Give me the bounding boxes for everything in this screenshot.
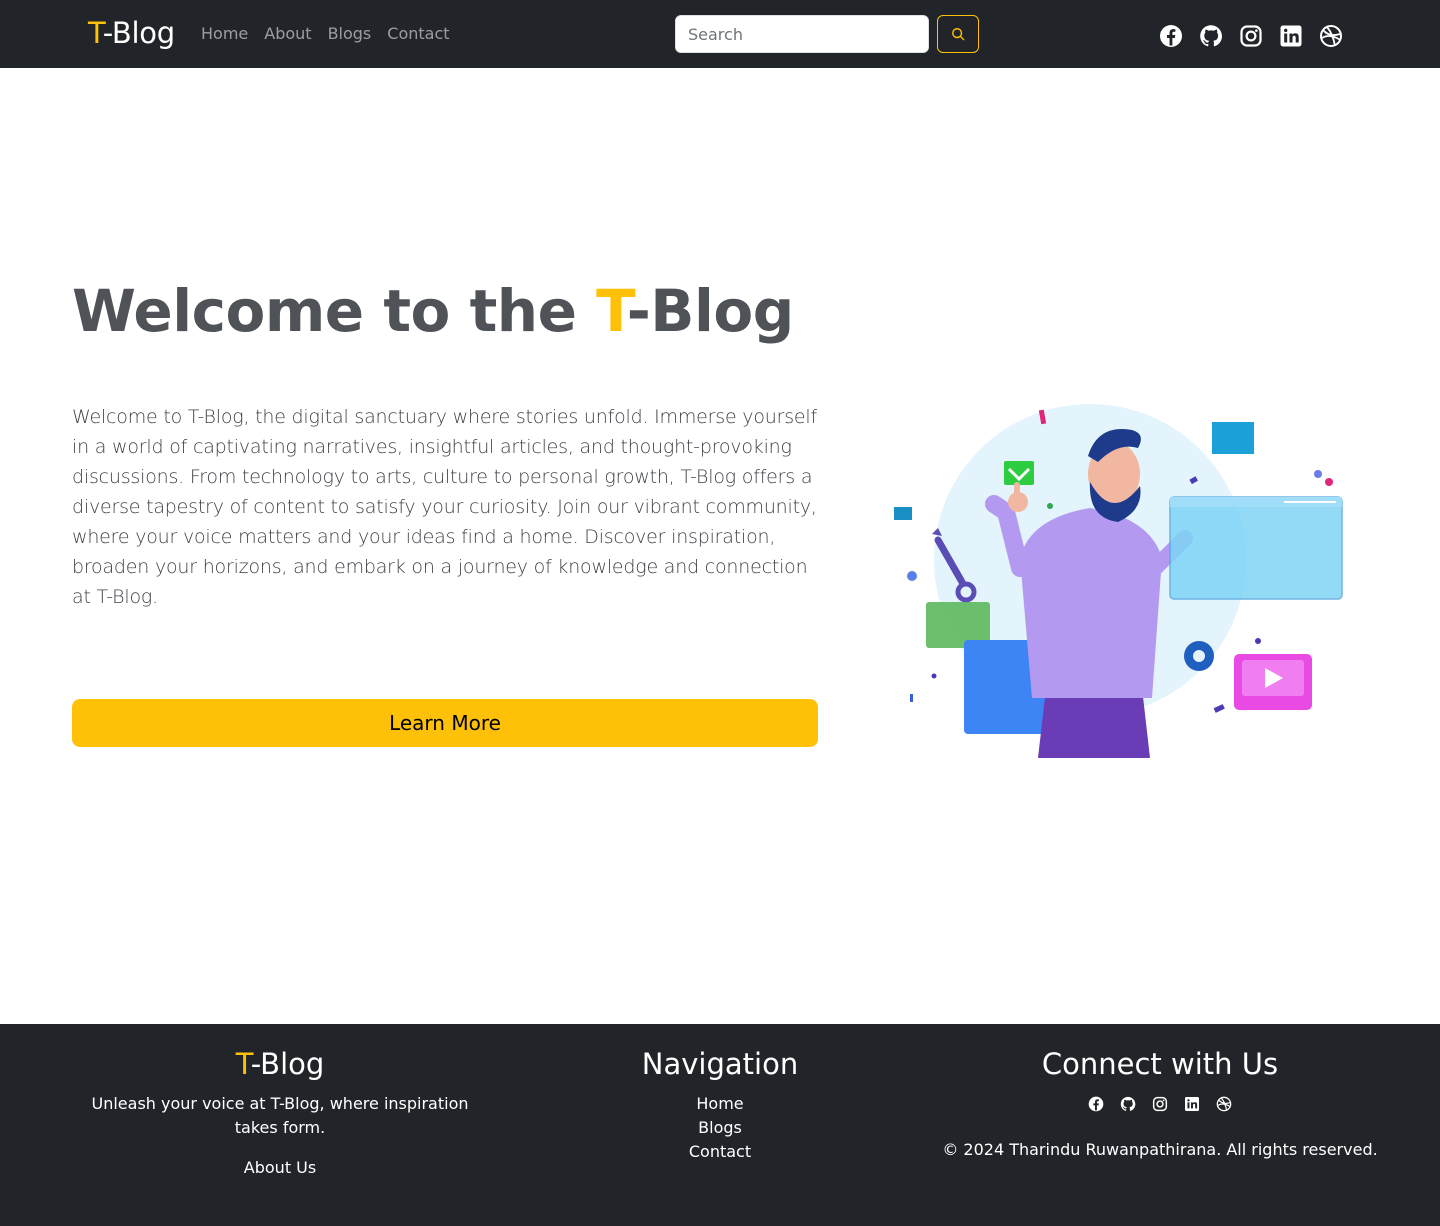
footer-connect-column: Connect with Us © 2024 Tharindu Ruwanpat… <box>940 1044 1380 1162</box>
footer-social-links <box>940 1092 1380 1116</box>
hero-title-accent: T <box>596 277 627 345</box>
nav-link-about[interactable]: About <box>264 22 311 46</box>
linkedin-icon[interactable] <box>1184 1096 1200 1112</box>
hero-title-suffix: -Blog <box>626 277 795 345</box>
brand-accent: T <box>88 16 103 50</box>
search-input[interactable] <box>675 15 929 53</box>
footer-link-home[interactable]: Home <box>500 1092 940 1116</box>
dribbble-icon[interactable] <box>1319 24 1343 48</box>
hero-description: Welcome to T-Blog, the digital sanctuary… <box>72 406 817 608</box>
linkedin-icon[interactable] <box>1279 24 1303 48</box>
footer-about-link[interactable]: About Us <box>60 1156 500 1180</box>
copyright-text: © 2024 Tharindu Ruwanpathirana. All righ… <box>942 1140 1378 1159</box>
footer-brand-accent: T <box>235 1047 251 1081</box>
nav-link-contact[interactable]: Contact <box>387 22 449 46</box>
facebook-icon[interactable] <box>1088 1096 1104 1112</box>
github-icon[interactable] <box>1120 1096 1136 1112</box>
hero-illustration <box>894 404 1343 758</box>
github-icon[interactable] <box>1199 24 1223 48</box>
footer-navigation-column: Navigation Home Blogs Contact <box>500 1044 940 1164</box>
nav-link-blogs[interactable]: Blogs <box>328 22 372 46</box>
navbar-social-links <box>1159 24 1343 48</box>
learn-more-button[interactable]: Learn More <box>72 699 818 747</box>
footer-link-contact[interactable]: Contact <box>500 1140 940 1164</box>
nav-links: Home About Blogs Contact <box>201 22 450 46</box>
hero-title-prefix: Welcome to the <box>72 277 597 345</box>
brand-name: -Blog <box>102 16 175 50</box>
footer-connect-heading: Connect with Us <box>1041 1047 1279 1081</box>
search-icon <box>952 28 965 41</box>
instagram-icon[interactable] <box>1239 24 1263 48</box>
top-navbar: T-Blog Home About Blogs Contact <box>0 0 1440 68</box>
site-footer: T-Blog Unleash your voice at T-Blog, whe… <box>0 1024 1440 1226</box>
search-button[interactable] <box>937 15 979 53</box>
facebook-icon[interactable] <box>1159 24 1183 48</box>
brand-logo[interactable]: T-Blog <box>88 14 175 52</box>
footer-brand-column: T-Blog Unleash your voice at T-Blog, whe… <box>60 1044 500 1180</box>
dribbble-icon[interactable] <box>1216 1096 1232 1112</box>
hero-title: Welcome to the T-Blog <box>72 272 794 350</box>
footer-brand: T-Blog <box>60 1044 500 1084</box>
footer-nav-heading: Navigation <box>641 1047 799 1081</box>
instagram-icon[interactable] <box>1152 1096 1168 1112</box>
nav-link-home[interactable]: Home <box>201 22 248 46</box>
footer-link-blogs[interactable]: Blogs <box>500 1116 940 1140</box>
footer-brand-name: -Blog <box>250 1047 325 1081</box>
footer-tagline: Unleash your voice at T-Blog, where insp… <box>91 1094 469 1137</box>
